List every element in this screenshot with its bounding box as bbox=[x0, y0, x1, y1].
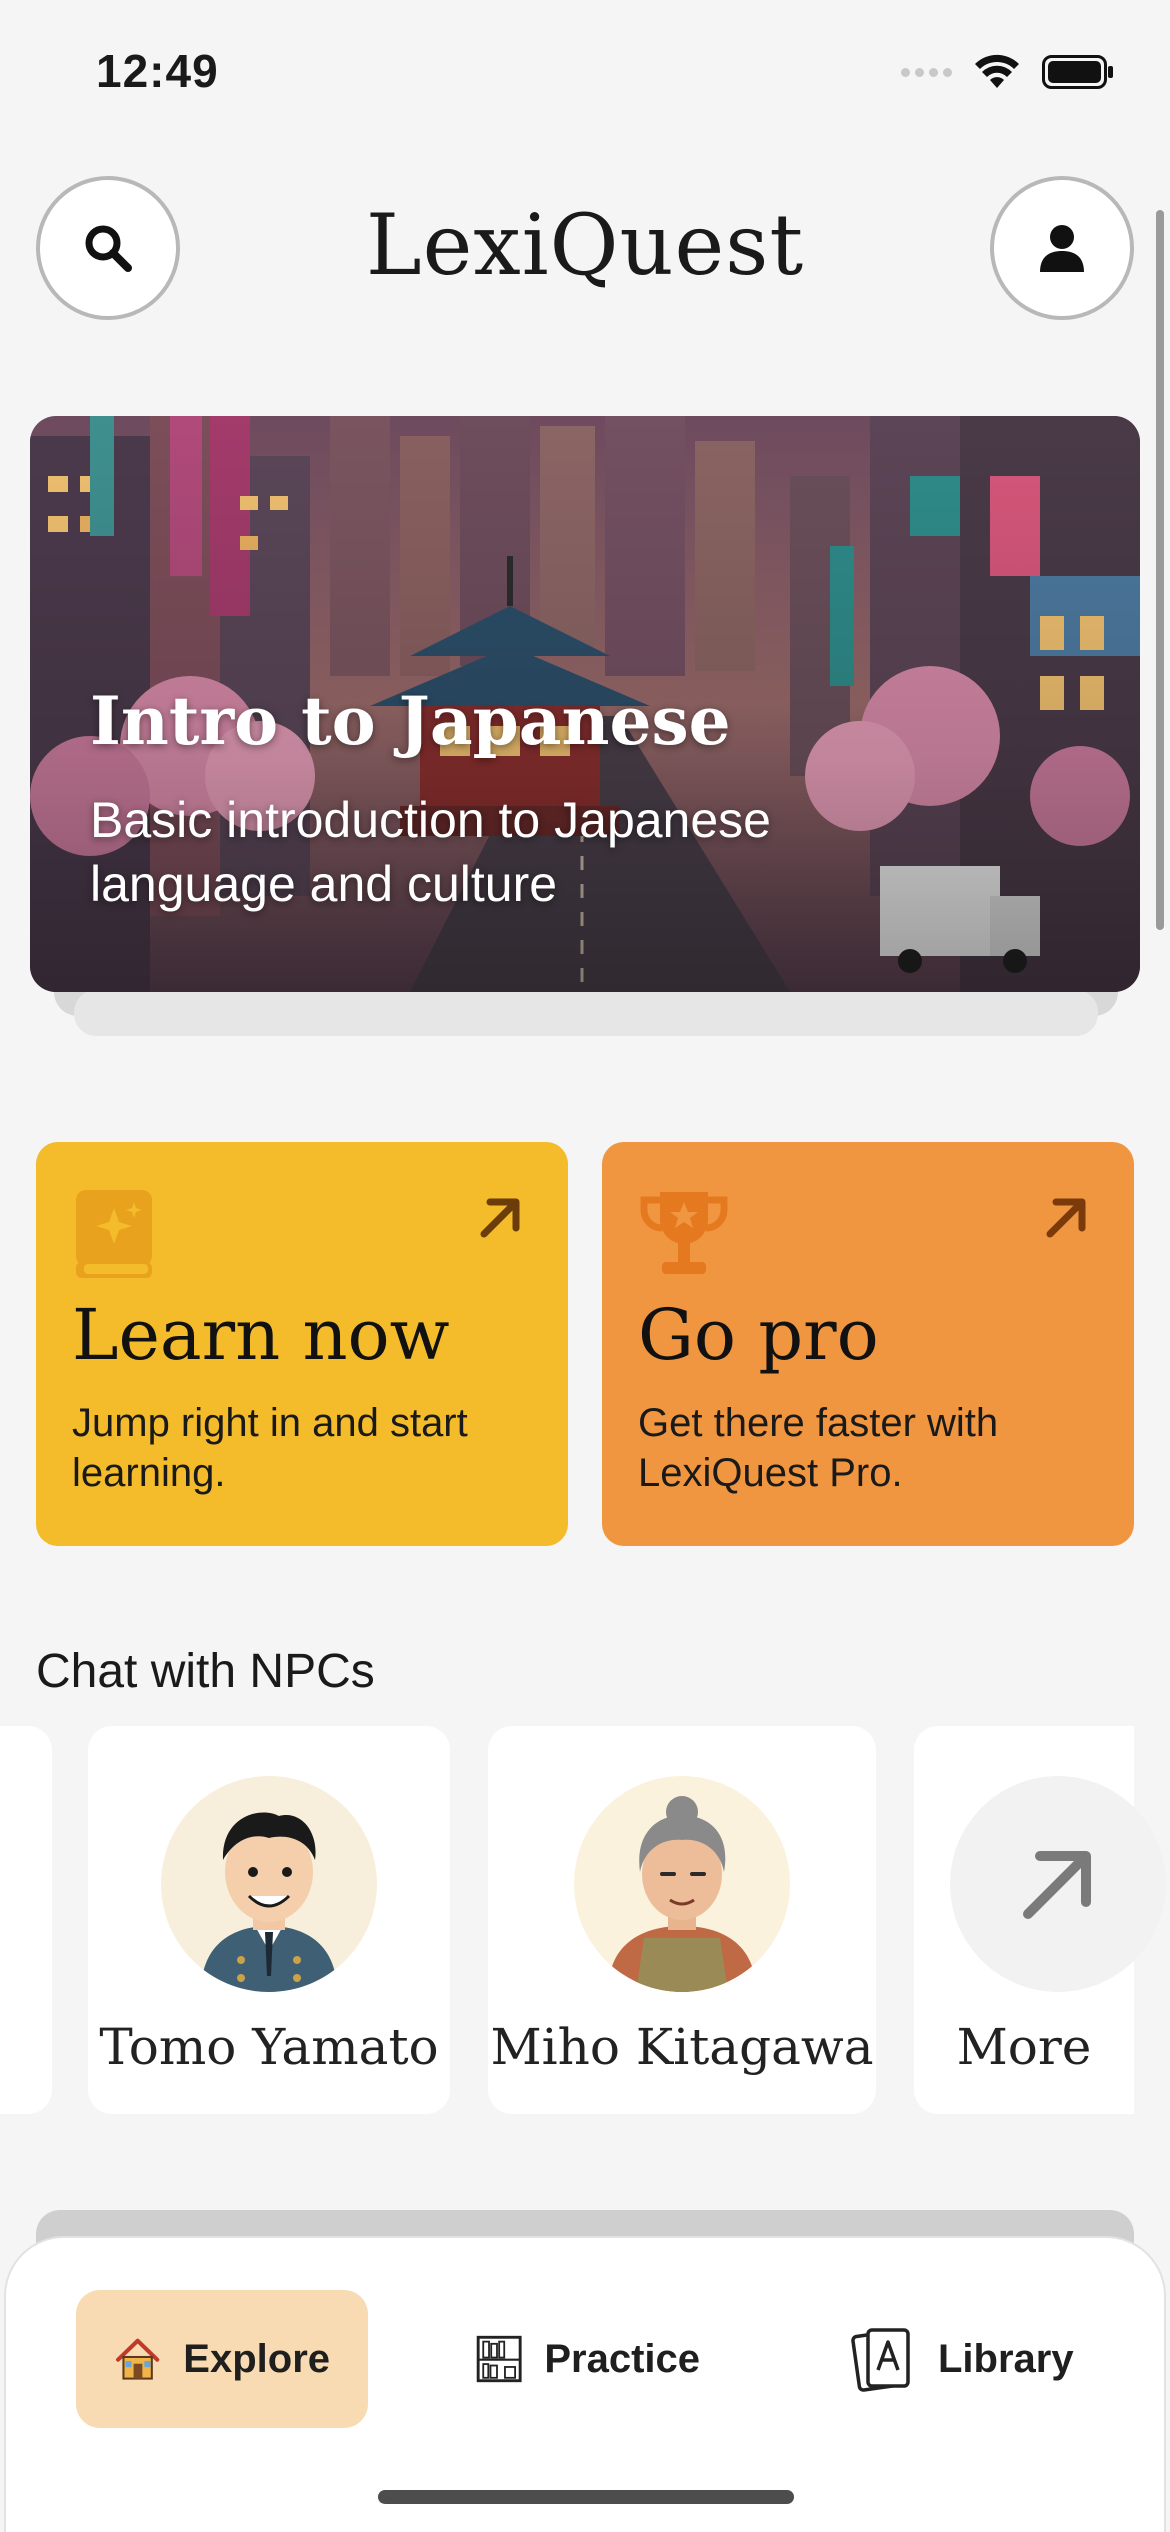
more-circle bbox=[950, 1776, 1166, 1992]
user-icon bbox=[1040, 225, 1084, 272]
tab-bar: Explore Practice Library bbox=[4, 2236, 1166, 2532]
go-pro-description: Get there faster with LexiQuest Pro. bbox=[638, 1401, 999, 1495]
tomo-portrait bbox=[201, 1812, 337, 1992]
hero-title: Intro to Japanese bbox=[90, 682, 731, 760]
go-pro-title: Go pro bbox=[638, 1294, 879, 1376]
arrow-up-right-icon bbox=[1023, 1851, 1091, 1919]
status-bar: 12:49 bbox=[0, 0, 1170, 140]
arrow-up-right-icon bbox=[1046, 1198, 1086, 1238]
arrow-up-right-icon bbox=[480, 1198, 520, 1238]
npc-section-title: Chat with NPCs bbox=[36, 1645, 375, 1698]
wifi-icon bbox=[975, 54, 1019, 88]
npc-card-partial[interactable] bbox=[0, 1726, 52, 2114]
hero-course-card[interactable]: Intro to Japanese Basic introduction to … bbox=[30, 416, 1140, 992]
miho-portrait bbox=[608, 1796, 756, 1992]
scroll-indicator[interactable] bbox=[1156, 210, 1164, 930]
tab-label: Library bbox=[938, 2336, 1074, 2381]
status-time: 12:49 bbox=[96, 45, 219, 97]
npc-card-tomo[interactable]: Tomo Yamato bbox=[88, 1726, 450, 2114]
tab-label: Practice bbox=[544, 2336, 700, 2381]
battery-icon bbox=[1042, 55, 1113, 89]
learn-now-description: Jump right in and start learning. bbox=[72, 1401, 468, 1495]
book-sparkle-icon bbox=[76, 1190, 152, 1278]
npc-card-miho[interactable]: Miho Kitagawa bbox=[488, 1726, 876, 2114]
tab-explore[interactable]: Explore bbox=[76, 2290, 368, 2428]
bookshelf-icon bbox=[476, 2335, 522, 2383]
house-icon bbox=[116, 2338, 160, 2380]
learn-now-card[interactable]: Learn now Jump right in and start learni… bbox=[36, 1142, 568, 1546]
go-pro-card[interactable]: Go pro Get there faster with LexiQuest P… bbox=[602, 1142, 1134, 1546]
npc-name: Tomo Yamato bbox=[99, 2018, 439, 2076]
npc-avatar-tomo bbox=[161, 1776, 377, 1992]
trophy-icon bbox=[640, 1192, 728, 1274]
npc-more-card[interactable]: More bbox=[914, 1726, 1166, 2114]
hero-stack-shadow-back bbox=[74, 990, 1098, 1036]
npc-avatar-miho bbox=[574, 1776, 790, 1992]
learn-now-title: Learn now bbox=[72, 1294, 450, 1376]
cards-icon bbox=[851, 2328, 910, 2392]
cellular-signal-icon bbox=[901, 67, 952, 77]
tab-library[interactable]: Library bbox=[812, 2290, 1112, 2428]
tab-practice[interactable]: Practice bbox=[438, 2290, 738, 2428]
npc-name: Miho Kitagawa bbox=[490, 2018, 874, 2076]
tab-label: Explore bbox=[183, 2336, 330, 2381]
hero-subtitle: Basic introduction to Japanese language … bbox=[90, 792, 771, 912]
more-label: More bbox=[956, 2018, 1092, 2076]
hero-text: Intro to Japanese Basic introduction to … bbox=[90, 682, 990, 916]
status-icons bbox=[901, 54, 1114, 90]
profile-button[interactable] bbox=[990, 176, 1134, 320]
home-indicator[interactable] bbox=[378, 2490, 794, 2504]
